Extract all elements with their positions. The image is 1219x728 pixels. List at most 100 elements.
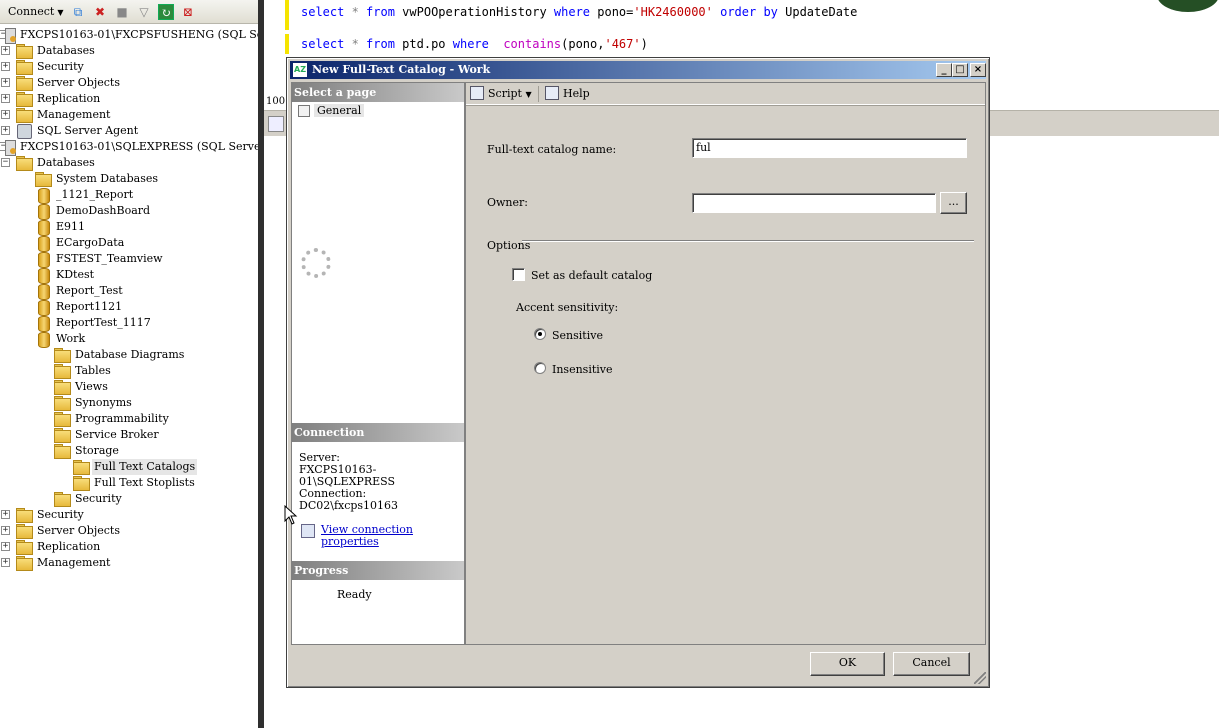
database-icon — [35, 332, 50, 348]
code-line-2[interactable]: select * from ptd.po where contains(pono… — [301, 37, 648, 51]
tree-node-fxcps10163-01-fxcpsfusheng-sql-server-1[interactable]: −FXCPS10163-01\FXCPSFUSHENG (SQL Server … — [0, 27, 258, 44]
function-name: contains — [488, 37, 562, 51]
tree-node-tables[interactable]: + Tables — [0, 363, 258, 379]
maximize-button[interactable]: □ — [952, 63, 968, 77]
tree-node-reporttest-1117[interactable]: + ReportTest_1117 — [0, 315, 258, 332]
tree-node-report1121[interactable]: + Report1121 — [0, 299, 258, 316]
tree-node-server-objects[interactable]: + Server Objects — [0, 75, 258, 91]
tree-node-work[interactable]: − Work — [0, 331, 258, 348]
tree-node-fstest-teamview[interactable]: + FSTEST_Teamview — [0, 251, 258, 268]
script-icon[interactable] — [470, 86, 484, 100]
insensitive-radio[interactable] — [534, 362, 546, 374]
connect-object-explorer-icon[interactable]: ⧉ — [70, 4, 86, 20]
tree-node-service-broker[interactable]: + Service Broker — [0, 427, 258, 443]
ok-button[interactable]: OK — [810, 652, 885, 676]
folder-icon — [16, 508, 33, 523]
help-icon[interactable] — [545, 86, 559, 100]
collapse-icon[interactable]: − — [1, 158, 10, 167]
tree-node-label: Security — [37, 60, 84, 73]
tree-node-report-test[interactable]: + Report_Test — [0, 283, 258, 300]
tree-node-replication[interactable]: + Replication — [0, 91, 258, 107]
tree-node-fxcps10163-01-sqlexpress-sql-server-10[interactable]: −FXCPS10163-01\SQLEXPRESS (SQL Server 10… — [0, 139, 258, 156]
identifier: vwPOOperationHistory — [394, 5, 554, 19]
tree-node-management[interactable]: + Management — [0, 107, 258, 123]
connection-header: Connection — [292, 423, 464, 442]
tree-node-label: Database Diagrams — [75, 348, 185, 361]
expand-icon[interactable]: + — [1, 126, 10, 135]
minimize-button[interactable]: _ — [936, 63, 952, 77]
cancel-button[interactable]: Cancel — [893, 652, 970, 676]
tree-node-security[interactable]: + Security — [0, 491, 258, 507]
database-icon — [35, 220, 50, 236]
expand-icon[interactable]: + — [1, 558, 10, 567]
expand-icon[interactable]: + — [1, 526, 10, 535]
page-item-general[interactable]: General — [296, 104, 365, 118]
database-icon — [35, 252, 50, 268]
code-line-1[interactable]: select * from vwPOOperationHistory where… — [301, 5, 857, 19]
close-button[interactable]: × — [970, 63, 986, 77]
tree-node-label: Security — [75, 492, 122, 505]
tree-node-views[interactable]: + Views — [0, 379, 258, 395]
refresh-icon[interactable]: ↻ — [158, 4, 174, 20]
filter-icon[interactable]: ▽ — [136, 4, 152, 20]
connect-button[interactable]: Connect ▼ — [8, 5, 63, 18]
tree-node-databases[interactable]: + Databases — [0, 43, 258, 59]
tree-node-label: Work — [56, 332, 86, 345]
folder-icon — [16, 156, 33, 171]
tree-node-1121-report[interactable]: + _1121_Report — [0, 187, 258, 204]
tree-node-sql-server-agent[interactable]: + SQL Server Agent — [0, 123, 258, 139]
folder-icon — [16, 108, 33, 123]
zoom-level[interactable]: 100 — [264, 94, 288, 110]
tree-node-system-databases[interactable]: + System Databases — [0, 171, 258, 187]
tree-node-synonyms[interactable]: + Synonyms — [0, 395, 258, 411]
tree-node-e911[interactable]: + E911 — [0, 219, 258, 236]
tree-node-security[interactable]: + Security — [0, 59, 258, 75]
expand-icon[interactable]: + — [1, 110, 10, 119]
tree-node-server-objects[interactable]: + Server Objects — [0, 523, 258, 539]
results-icon[interactable] — [268, 116, 284, 132]
progress-spinner-icon — [301, 248, 331, 278]
tree-node-replication[interactable]: + Replication — [0, 539, 258, 555]
tree-node-full-text-stoplists[interactable]: + Full Text Stoplists — [0, 475, 258, 491]
folder-icon — [16, 540, 33, 555]
tree-node-programmability[interactable]: + Programmability — [0, 411, 258, 427]
expand-icon[interactable]: + — [1, 542, 10, 551]
owner-input[interactable] — [692, 193, 936, 213]
tree-node-management[interactable]: + Management — [0, 555, 258, 571]
tree-node-label: System Databases — [56, 172, 159, 185]
database-icon — [35, 316, 50, 332]
tree-node-demodashboard[interactable]: + DemoDashBoard — [0, 203, 258, 220]
browse-owner-button[interactable]: ... — [940, 192, 967, 214]
delete-icon[interactable]: ⊠ — [180, 4, 196, 20]
tree-node-label: Views — [75, 380, 108, 393]
help-button[interactable]: Help — [563, 86, 590, 102]
database-icon — [35, 268, 50, 284]
default-catalog-checkbox[interactable] — [512, 268, 525, 281]
view-connection-properties-link[interactable]: properties — [321, 536, 379, 548]
tree-node-security[interactable]: + Security — [0, 507, 258, 523]
resize-grip-icon[interactable] — [974, 672, 986, 684]
expand-icon[interactable]: + — [1, 94, 10, 103]
tree-node-label: Programmability — [75, 412, 169, 425]
tree-node-full-text-catalogs[interactable]: + Full Text Catalogs — [0, 459, 258, 475]
expand-icon[interactable]: + — [1, 62, 10, 71]
tree-node-storage[interactable]: − Storage — [0, 443, 258, 459]
dialog-titlebar[interactable]: AZ New Full-Text Catalog - Work _ □ × — [290, 61, 986, 79]
dialog-title: New Full-Text Catalog - Work — [312, 63, 491, 76]
tree-node-databases[interactable]: − Databases — [0, 155, 258, 171]
string-literal: '467' — [604, 37, 641, 51]
sensitive-radio[interactable] — [534, 328, 546, 340]
catalog-name-input[interactable]: ful — [692, 138, 967, 158]
mouse-cursor-icon — [284, 505, 298, 525]
expand-icon[interactable]: + — [1, 78, 10, 87]
tree-node-database-diagrams[interactable]: + Database Diagrams — [0, 347, 258, 363]
expand-icon[interactable]: + — [1, 510, 10, 519]
tree-node-label: Tables — [75, 364, 111, 377]
database-icon — [35, 236, 50, 252]
stop-icon[interactable]: ■ — [114, 4, 130, 20]
tree-node-kdtest[interactable]: + KDtest — [0, 267, 258, 284]
script-button[interactable]: Script ▼ — [488, 86, 532, 103]
disconnect-icon[interactable]: ✖ — [92, 4, 108, 20]
tree-node-ecargodata[interactable]: + ECargoData — [0, 235, 258, 252]
expand-icon[interactable]: + — [1, 46, 10, 55]
